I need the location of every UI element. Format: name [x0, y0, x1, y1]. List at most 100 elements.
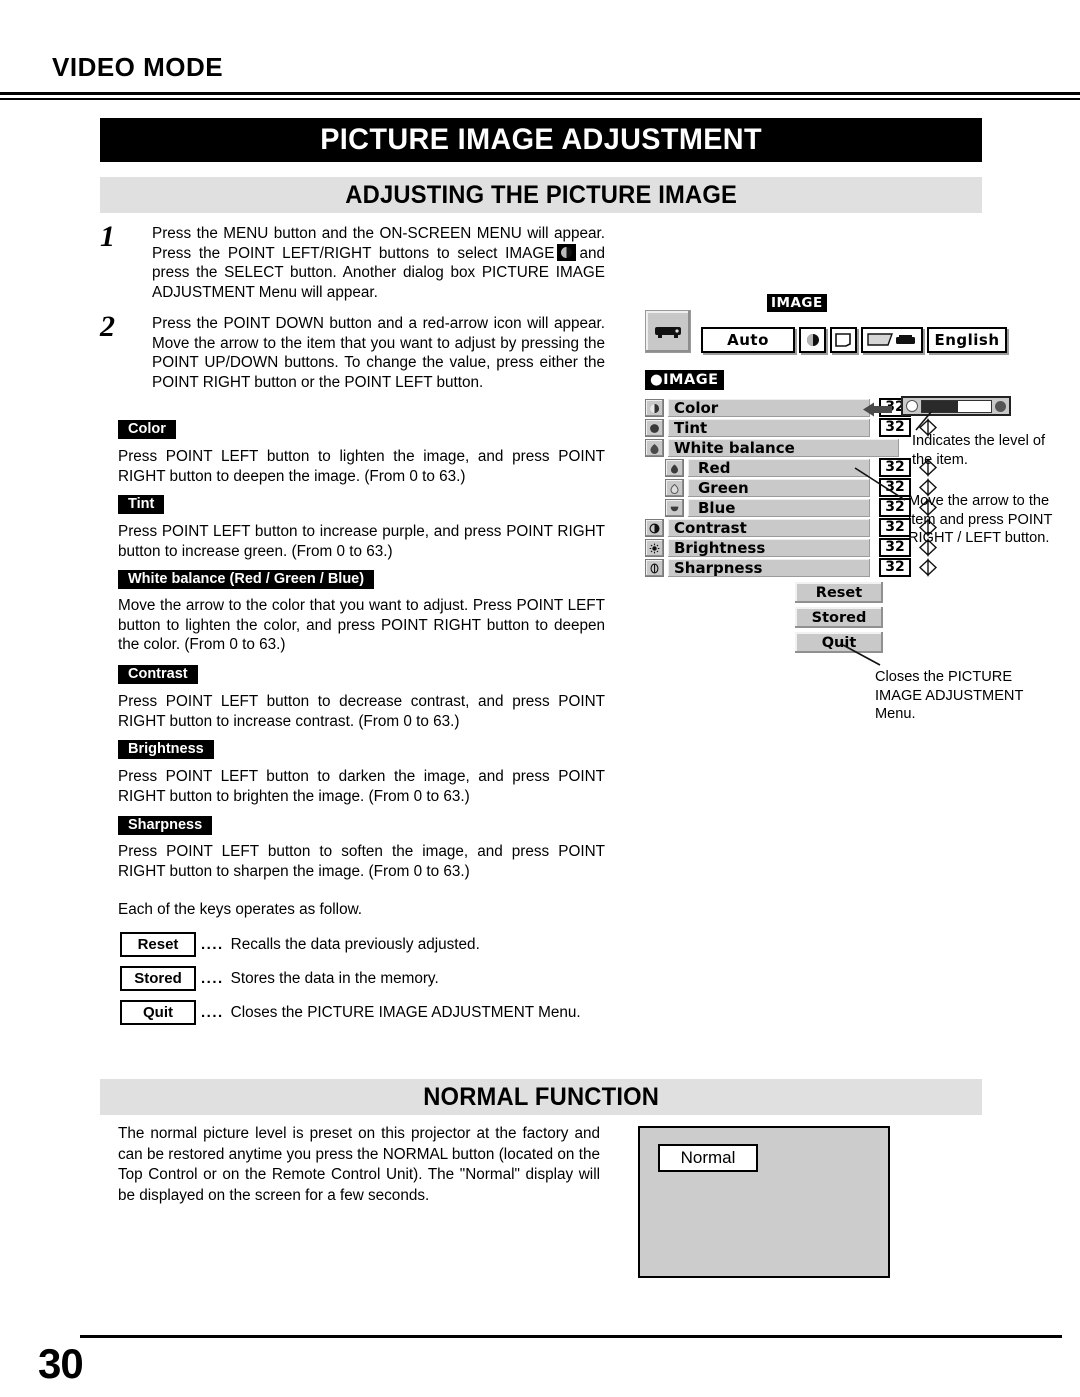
desc-contrast: Press POINT LEFT button to decrease cont…	[118, 693, 605, 730]
normal-badge: Normal	[658, 1144, 758, 1172]
chip-contrast: Contrast	[118, 665, 198, 684]
header-rule-thick	[0, 92, 1080, 95]
section-header-adjusting: ADJUSTING THE PICTURE IMAGE	[100, 177, 982, 213]
osd-value-green[interactable]: 32	[879, 478, 911, 497]
page-title: PICTURE IMAGE ADJUSTMENT	[100, 118, 982, 162]
osd-row-red[interactable]: Red 32	[645, 458, 938, 478]
key-dots-quit: ....	[201, 1004, 224, 1021]
osd-value-sharpness[interactable]: 32	[879, 558, 911, 577]
step-1-number: 1	[100, 220, 115, 253]
key-stored[interactable]: Stored	[120, 966, 196, 991]
osd-value-blue[interactable]: 32	[879, 498, 911, 517]
section-header-normal-text: NORMAL FUNCTION	[423, 1082, 659, 1111]
keys-intro: Each of the keys operates as follow.	[118, 901, 363, 918]
manual-page: VIDEO MODE PICTURE IMAGE ADJUSTMENT ADJU…	[0, 0, 1080, 1397]
note-move-arrow: Move the arrow to the item and press POI…	[908, 493, 1053, 546]
osd-value-brightness[interactable]: 32	[879, 538, 911, 557]
brightness-icon	[645, 539, 664, 557]
osd-toolbar: Auto English IMAGE	[645, 294, 1011, 353]
level-track	[921, 399, 992, 413]
key-desc-reset: Recalls the data previously adjusted.	[230, 935, 480, 953]
key-row-stored: Stored .... Stores the data in the memor…	[120, 966, 439, 991]
chip-tint: Tint	[118, 495, 165, 514]
projector-glyph	[655, 326, 681, 338]
key-reset[interactable]: Reset	[120, 932, 196, 957]
setting-tab-glyph	[867, 333, 915, 346]
color-icon	[645, 399, 664, 417]
page-number: 30	[38, 1340, 84, 1387]
chip-color: Color	[118, 420, 176, 439]
section-header-normal: NORMAL FUNCTION	[100, 1079, 982, 1115]
step-1: 1 Press the MENU button and the ON-SCREE…	[100, 220, 605, 302]
osd-label-color: Color	[668, 399, 870, 417]
step-1-text-before: Press the MENU button and the ON-SCREEN …	[152, 225, 605, 262]
image-tab-glyph	[806, 334, 819, 346]
note-quit-button: Closes the PICTURE IMAGE ADJUSTMENT Menu…	[875, 669, 1024, 722]
green-icon	[665, 479, 684, 497]
osd-menu-list: Color 32 Tint 32 White balance Red 32 Gr…	[645, 398, 938, 578]
key-desc-quit: Closes the PICTURE IMAGE ADJUSTMENT Menu…	[230, 1003, 581, 1021]
section-header-adjusting-text: ADJUSTING THE PICTURE IMAGE	[345, 180, 737, 209]
normal-function-text: The normal picture level is preset on th…	[118, 1125, 600, 1204]
note-level-indicator: Indicates the level of the item.	[912, 433, 1046, 468]
step-2-body: Press the POINT DOWN button and a red-ar…	[152, 315, 605, 391]
red-icon	[665, 459, 684, 477]
tint-icon	[645, 419, 664, 437]
page-title-text: PICTURE IMAGE ADJUSTMENT	[320, 123, 762, 156]
key-dots-stored: ....	[201, 970, 224, 987]
osd-row-blue[interactable]: Blue 32	[645, 498, 938, 518]
desc-color: Press POINT LEFT button to lighten the i…	[118, 448, 605, 485]
lr-arrow-icon[interactable]	[917, 558, 939, 577]
key-desc-stored: Stores the data in the memory.	[230, 969, 439, 987]
osd-row-green[interactable]: Green 32	[645, 478, 938, 498]
level-fill	[922, 400, 958, 412]
key-row-quit: Quit .... Closes the PICTURE IMAGE ADJUS…	[120, 1000, 581, 1025]
sharpness-icon	[645, 559, 664, 577]
osd-label-contrast: Contrast	[668, 519, 870, 537]
osd-menu-title-text: IMAGE	[663, 372, 719, 388]
osd-label-blue: Blue	[688, 499, 870, 517]
screen-tab-glyph	[835, 332, 851, 347]
osd-label-sharpness: Sharpness	[668, 559, 870, 577]
osd-value-contrast[interactable]: 32	[879, 518, 911, 537]
key-row-reset: Reset .... Recalls the data previously a…	[120, 932, 480, 957]
setting-tab-icon[interactable]	[861, 327, 923, 353]
level-indicator	[901, 396, 1011, 416]
desc-tint: Press POINT LEFT button to increase purp…	[118, 523, 605, 560]
auto-button[interactable]: Auto	[701, 327, 795, 353]
osd-label-white-balance: White balance	[668, 439, 899, 457]
desc-white-balance: Move the arrow to the color that you wan…	[118, 597, 605, 654]
osd-row-color[interactable]: Color 32	[645, 398, 938, 418]
osd-label-red: Red	[688, 459, 870, 477]
image-mode-icon	[557, 243, 577, 261]
screen-tab-icon[interactable]	[830, 327, 857, 353]
normal-function-screen: Normal	[638, 1126, 890, 1278]
step-2-number: 2	[100, 310, 115, 343]
osd-row-contrast[interactable]: Contrast 32	[645, 518, 938, 538]
key-dots-reset: ....	[201, 936, 224, 953]
osd-value-tint[interactable]: 32	[879, 418, 911, 437]
osd-row-sharpness[interactable]: Sharpness 32	[645, 558, 938, 578]
osd-value-red[interactable]: 32	[879, 458, 911, 477]
osd-quit-button[interactable]: Quit	[795, 632, 883, 653]
contrast-icon	[645, 519, 664, 537]
blue-icon	[665, 499, 684, 517]
whitebalance-icon	[645, 439, 664, 457]
projector-icon[interactable]	[645, 310, 691, 353]
step-1-body: Press the MENU button and the ON-SCREEN …	[152, 224, 605, 302]
image-tooltip-label: IMAGE	[767, 294, 827, 312]
step-2: 2 Press the POINT DOWN button and a red-…	[100, 310, 605, 392]
osd-row-tint[interactable]: Tint 32	[645, 418, 938, 438]
osd-reset-button[interactable]: Reset	[795, 582, 883, 603]
osd-row-white-balance[interactable]: White balance	[645, 438, 899, 458]
osd-label-green: Green	[688, 479, 870, 497]
osd-menu-title: ●IMAGE	[645, 370, 724, 390]
osd-button-group: Reset Stored Quit	[795, 582, 883, 657]
key-quit[interactable]: Quit	[120, 1000, 196, 1025]
image-tab-icon[interactable]	[799, 327, 826, 353]
language-button[interactable]: English	[927, 327, 1007, 353]
level-knob-icon	[906, 400, 918, 412]
osd-row-brightness[interactable]: Brightness 32	[645, 538, 938, 558]
footer-rule	[80, 1335, 1062, 1338]
osd-stored-button[interactable]: Stored	[795, 607, 883, 628]
